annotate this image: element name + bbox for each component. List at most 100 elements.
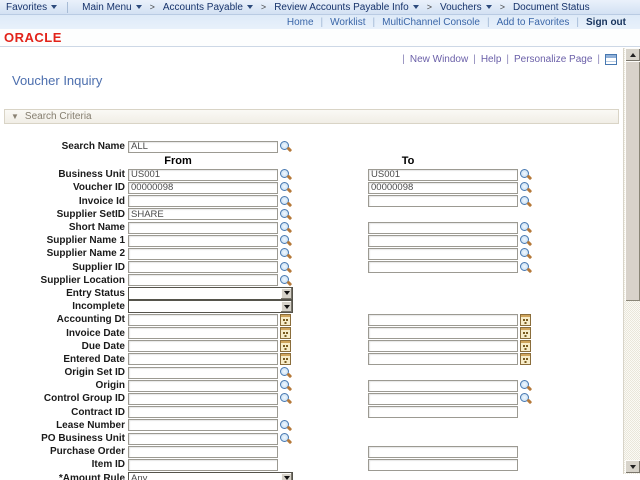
utility-link-add-to-favorites[interactable]: Add to Favorites (497, 17, 570, 28)
control-group-id-to-input[interactable] (368, 393, 518, 405)
invoice-date-from-input[interactable] (128, 327, 278, 339)
lookup-icon[interactable] (279, 208, 293, 221)
lease-number-from-input[interactable] (128, 419, 278, 431)
breadcrumb-item-document-status[interactable]: Document Status (507, 2, 596, 13)
breadcrumb-item-accounts-payable[interactable]: Accounts Payable (157, 2, 259, 13)
calendar-icon[interactable] (520, 314, 531, 326)
control-group-id-from-input[interactable] (128, 393, 278, 405)
short-name-to-input[interactable] (368, 222, 518, 234)
invoice-id-to-input[interactable] (368, 195, 518, 207)
calendar-icon[interactable] (520, 353, 531, 365)
lookup-icon[interactable] (279, 234, 293, 247)
supplier-id-from-input[interactable] (128, 261, 278, 273)
supplier-name-1-to-input[interactable] (368, 235, 518, 247)
lookup-icon[interactable] (519, 221, 533, 234)
incomplete-from-select[interactable] (128, 300, 293, 313)
lookup-icon[interactable] (279, 261, 293, 274)
breadcrumb-item-review-accounts-payable-info[interactable]: Review Accounts Payable Info (268, 2, 425, 13)
lookup-icon[interactable] (279, 366, 293, 379)
item-id-from-input[interactable] (128, 459, 278, 471)
lookup-icon[interactable] (519, 261, 533, 274)
utility-link-multichannel-console[interactable]: MultiChannel Console (382, 17, 480, 28)
contract-id-to-input[interactable] (368, 406, 518, 418)
utility-link-worklist[interactable]: Worklist (330, 17, 365, 28)
utility-link-home[interactable]: Home (287, 17, 314, 28)
supplier-name-2-from-input[interactable] (128, 248, 278, 260)
lookup-icon[interactable] (519, 234, 533, 247)
scrollbar-thumb[interactable] (625, 61, 640, 301)
lookup-icon[interactable] (279, 247, 293, 260)
calendar-icon[interactable] (280, 327, 291, 339)
purchase-order-to-input[interactable] (368, 446, 518, 458)
pagebar-link-personalize-page[interactable]: Personalize Page (514, 54, 592, 65)
business-unit-from-input[interactable] (128, 169, 278, 181)
lookup-icon[interactable] (519, 379, 533, 392)
entered-date-to-input[interactable] (368, 353, 518, 365)
search-name-input[interactable] (128, 141, 278, 153)
pagebar-link-help[interactable]: Help (481, 54, 502, 65)
personalize-layout-icon[interactable] (605, 54, 617, 65)
calendar-icon[interactable] (280, 340, 291, 352)
accounting-dt-from-input[interactable] (128, 314, 278, 326)
supplier-name-1-from-input[interactable] (128, 235, 278, 247)
calendar-icon[interactable] (280, 314, 291, 326)
dropdown-icon[interactable] (280, 473, 292, 480)
voucher-id-from-input[interactable] (128, 182, 278, 194)
lookup-icon[interactable] (279, 392, 293, 405)
short-name-from-input[interactable] (128, 222, 278, 234)
lookup-icon[interactable] (279, 432, 293, 445)
supplier-id-to-input[interactable] (368, 261, 518, 273)
lookup-icon[interactable] (519, 195, 533, 208)
calendar-icon[interactable] (280, 353, 291, 365)
search-name-label: Search Name (0, 141, 128, 152)
breadcrumb-item-vouchers[interactable]: Vouchers (434, 2, 498, 13)
dropdown-icon[interactable] (280, 301, 292, 312)
origin-set-id-from-input[interactable] (128, 367, 278, 379)
lookup-icon[interactable] (519, 181, 533, 194)
lookup-icon[interactable] (279, 168, 293, 181)
voucher-id-to-input[interactable] (368, 182, 518, 194)
invoice-date-to-input[interactable] (368, 327, 518, 339)
supplier-setid-from-input[interactable] (128, 208, 278, 220)
collapse-triangle-icon[interactable]: ▼ (11, 113, 19, 121)
accounting-dt-to-input[interactable] (368, 314, 518, 326)
lookup-icon[interactable] (279, 419, 293, 432)
entry-status-from-select[interactable] (128, 287, 293, 300)
supplier-id-from-cell (128, 261, 294, 274)
lookup-icon[interactable] (279, 274, 293, 287)
dropdown-icon[interactable] (280, 288, 292, 299)
po-business-unit-from-input[interactable] (128, 433, 278, 445)
amount-rule-from-select[interactable]: Any (128, 472, 293, 480)
due-date-from-input[interactable] (128, 340, 278, 352)
menu-favorites[interactable]: Favorites (0, 2, 63, 13)
supplier-name-2-to-input[interactable] (368, 248, 518, 260)
form-row-invoice-date: Invoice Date (0, 326, 623, 339)
lookup-icon[interactable] (519, 247, 533, 260)
lookup-icon[interactable] (279, 221, 293, 234)
contract-id-from-input[interactable] (128, 406, 278, 418)
calendar-icon[interactable] (520, 327, 531, 339)
calendar-icon[interactable] (520, 340, 531, 352)
invoice-id-from-input[interactable] (128, 195, 278, 207)
entered-date-from-input[interactable] (128, 353, 278, 365)
scroll-up-button[interactable] (625, 48, 640, 61)
pagebar-link-new-window[interactable]: New Window (410, 54, 468, 65)
utility-link-sign-out[interactable]: Sign out (586, 17, 626, 28)
lookup-icon[interactable] (279, 195, 293, 208)
origin-from-input[interactable] (128, 380, 278, 392)
item-id-to-input[interactable] (368, 459, 518, 471)
due-date-to-input[interactable] (368, 340, 518, 352)
business-unit-to-input[interactable] (368, 169, 518, 181)
lookup-icon[interactable] (279, 181, 293, 194)
form-row-amount-rule: *Amount RuleAny (0, 472, 623, 480)
lookup-icon[interactable] (519, 392, 533, 405)
origin-to-input[interactable] (368, 380, 518, 392)
breadcrumb-item-main-menu[interactable]: Main Menu (76, 2, 147, 13)
lookup-icon[interactable] (519, 168, 533, 181)
vertical-scrollbar[interactable] (623, 48, 640, 474)
scroll-down-button[interactable] (625, 460, 640, 473)
supplier-location-from-input[interactable] (128, 274, 278, 286)
lookup-icon[interactable] (279, 140, 293, 153)
lookup-icon[interactable] (279, 379, 293, 392)
purchase-order-from-input[interactable] (128, 446, 278, 458)
